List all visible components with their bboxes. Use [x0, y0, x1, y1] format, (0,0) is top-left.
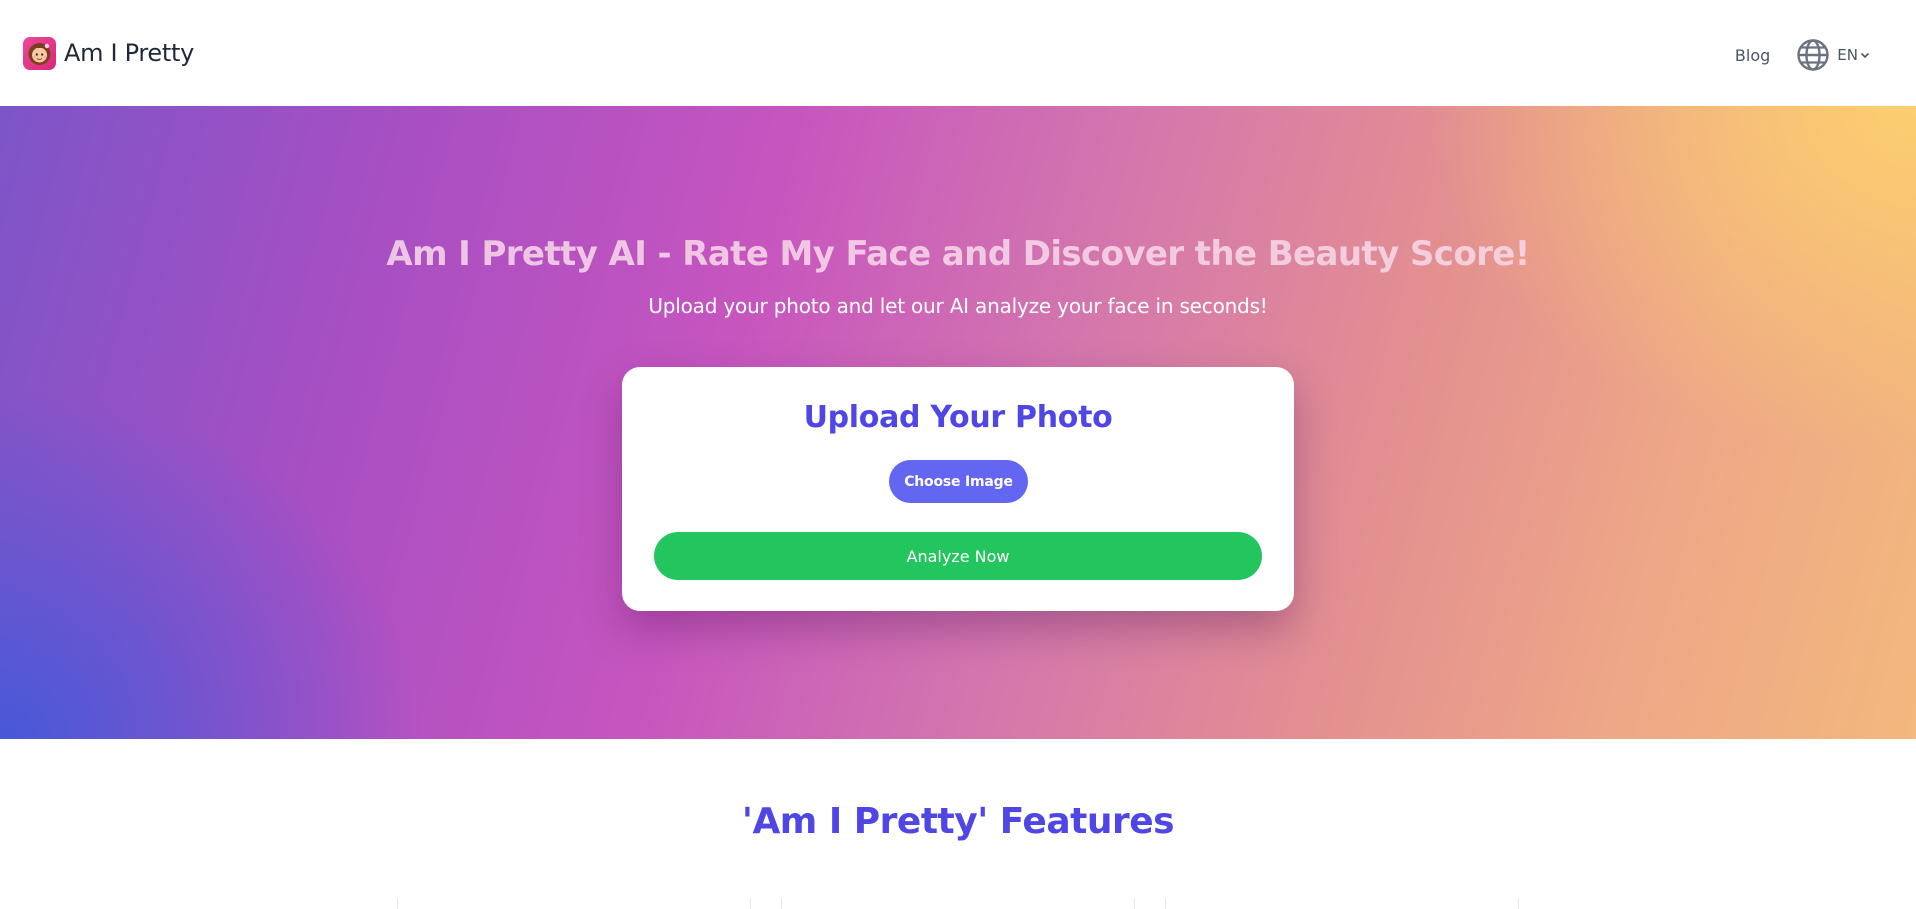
hero-subtitle: Upload your photo and let our AI analyze…	[648, 294, 1268, 318]
feature-card	[781, 898, 1135, 909]
site-header: Am I Pretty Blog EN	[0, 0, 1916, 106]
brand-name: Am I Pretty	[64, 39, 195, 67]
top-nav: Blog EN	[1735, 38, 1870, 72]
feature-card	[397, 898, 751, 909]
hero-section: Am I Pretty AI - Rate My Face and Discov…	[0, 106, 1916, 739]
nav-blog-link[interactable]: Blog	[1735, 46, 1770, 65]
feature-card	[1165, 898, 1519, 909]
choose-image-button[interactable]: Choose Image	[889, 460, 1028, 503]
globe-icon	[1797, 39, 1829, 71]
analyze-now-button[interactable]: Analyze Now	[654, 532, 1262, 580]
chevron-down-icon	[1860, 52, 1870, 59]
girl-face-icon	[23, 36, 56, 70]
upload-card: Upload Your Photo Choose Image Analyze N…	[622, 367, 1294, 611]
features-title: 'Am I Pretty' Features	[741, 801, 1175, 842]
language-code: EN	[1837, 46, 1858, 64]
upload-card-title: Upload Your Photo	[803, 400, 1113, 435]
hero-title: Am I Pretty AI - Rate My Face and Discov…	[386, 234, 1530, 274]
language-selector[interactable]: EN	[1796, 38, 1870, 72]
brand-link[interactable]: Am I Pretty	[23, 36, 194, 70]
